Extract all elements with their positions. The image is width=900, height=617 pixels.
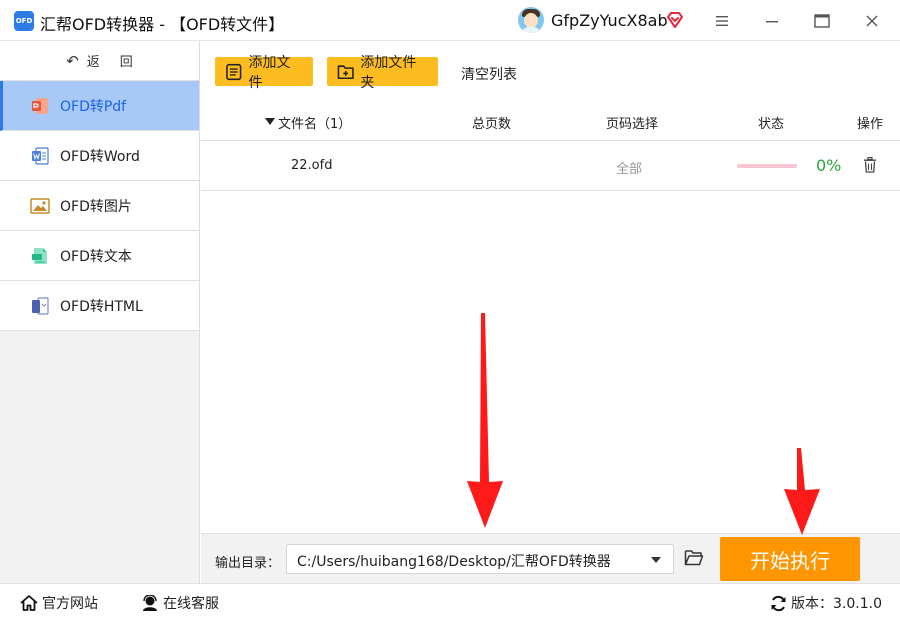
- word-icon: [32, 146, 49, 165]
- chevron-down-icon: [651, 557, 661, 563]
- progress-bar: [737, 164, 797, 168]
- official-site-link[interactable]: 官方网站: [20, 593, 98, 613]
- add-file-label: 添加文件: [248, 54, 291, 91]
- text-icon: [32, 247, 47, 264]
- close-icon: [866, 15, 878, 27]
- column-header-ops: 操作: [857, 117, 884, 132]
- folder-open-icon[interactable]: [684, 549, 704, 567]
- version-info[interactable]: 版本：3.0.1.0: [770, 593, 882, 613]
- window-title: 汇帮OFD转换器 - 【OFD转文件】: [40, 15, 285, 34]
- output-path-select[interactable]: C:/Users/huibang168/Desktop/汇帮OFD转换器: [286, 544, 674, 574]
- column-header-pages: 总页数: [472, 117, 512, 132]
- home-icon: [20, 595, 38, 611]
- back-label: 返回: [86, 55, 153, 70]
- minimize-button[interactable]: [759, 8, 785, 34]
- add-folder-label: 添加文件夹: [360, 54, 417, 91]
- maximize-icon: [814, 14, 830, 28]
- pdf-icon: [32, 97, 48, 114]
- sidebar-item-label: OFD转文本: [60, 248, 132, 265]
- sidebar: ↶ 返回 OFD转Pdf OFD转Word OFD转图片 OFD转文本 OFD转…: [0, 41, 200, 583]
- official-site-label: 官方网站: [42, 596, 98, 612]
- file-name: 22.ofd: [291, 158, 333, 173]
- refresh-icon: [771, 595, 786, 611]
- sort-down-icon[interactable]: [265, 118, 275, 125]
- sidebar-item-ofd-to-pdf[interactable]: OFD转Pdf: [0, 81, 199, 131]
- table-row[interactable]: 22.ofd 全部 0%: [201, 141, 900, 191]
- app-logo-icon: OFD: [14, 11, 34, 31]
- file-list-empty-area: [201, 191, 900, 533]
- add-file-button[interactable]: 添加文件: [215, 55, 313, 91]
- add-folder-button[interactable]: 添加文件夹: [327, 55, 438, 91]
- version-label: 版本：3.0.1.0: [791, 596, 882, 612]
- page-range-select[interactable]: 全部: [616, 158, 642, 177]
- headset-icon: [143, 594, 157, 611]
- back-arrow-icon: ↶: [66, 51, 79, 70]
- file-table-header: 文件名（1） 总页数 页码选择 状态 操作: [201, 101, 900, 141]
- start-button[interactable]: 开始执行: [720, 537, 860, 581]
- maximize-button[interactable]: [809, 8, 835, 34]
- progress-percent: 0%: [816, 156, 842, 175]
- sidebar-item-label: OFD转HTML: [60, 298, 143, 315]
- output-path-value: C:/Users/huibang168/Desktop/汇帮OFD转换器: [297, 554, 611, 570]
- online-service-link[interactable]: 在线客服: [141, 593, 219, 613]
- username[interactable]: GfpZyYucX8ab: [551, 11, 668, 30]
- trash-icon[interactable]: [863, 157, 877, 173]
- image-icon: [30, 197, 50, 214]
- clear-list-button[interactable]: 清空列表: [461, 64, 517, 84]
- output-bar: 输出目录： C:/Users/huibang168/Desktop/汇帮OFD转…: [201, 533, 900, 583]
- output-dir-label: 输出目录：: [215, 556, 281, 571]
- minimize-icon: [766, 21, 778, 23]
- sidebar-item-label: OFD转Pdf: [60, 98, 127, 115]
- sidebar-item-label: OFD转Word: [60, 148, 140, 165]
- column-header-filename[interactable]: 文件名（1）: [278, 113, 351, 132]
- sidebar-item-ofd-to-html[interactable]: OFD转HTML: [0, 281, 199, 331]
- online-service-label: 在线客服: [163, 596, 219, 612]
- user-avatar[interactable]: [518, 7, 544, 33]
- column-header-range: 页码选择: [606, 117, 659, 132]
- close-button[interactable]: [859, 8, 885, 34]
- sidebar-item-ofd-to-text[interactable]: OFD转文本: [0, 231, 199, 281]
- back-button[interactable]: ↶ 返回: [0, 41, 199, 81]
- title-bar: OFD 汇帮OFD转换器 - 【OFD转文件】 GfpZyYucX8ab: [0, 0, 900, 41]
- menu-button[interactable]: [709, 8, 735, 34]
- status-bar: 官方网站 在线客服 版本：3.0.1.0: [0, 583, 900, 617]
- column-header-status: 状态: [758, 117, 785, 132]
- file-list-icon: [226, 63, 242, 80]
- hamburger-icon: [716, 16, 728, 26]
- sidebar-item-ofd-to-word[interactable]: OFD转Word: [0, 131, 199, 181]
- html-icon: [32, 296, 49, 315]
- folder-plus-icon: [337, 64, 354, 79]
- sidebar-item-label: OFD转图片: [60, 198, 132, 215]
- toolbar: 添加文件 添加文件夹 清空列表: [201, 41, 900, 101]
- sidebar-item-ofd-to-image[interactable]: OFD转图片: [0, 181, 199, 231]
- vip-diamond-icon[interactable]: [665, 10, 685, 30]
